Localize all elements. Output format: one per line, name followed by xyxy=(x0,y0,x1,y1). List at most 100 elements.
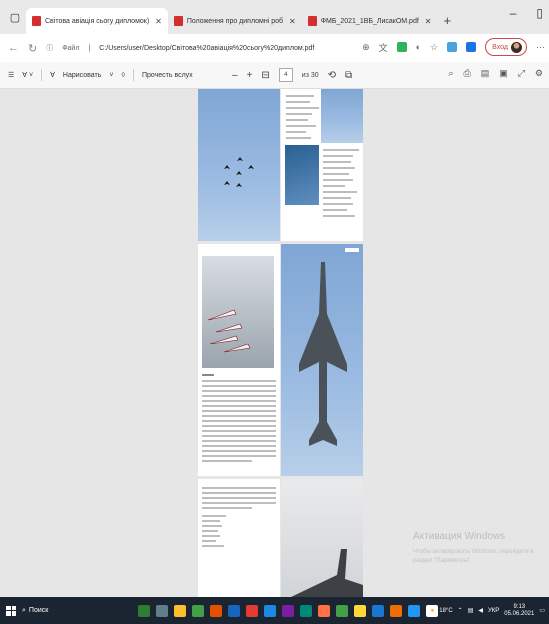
rotate-icon[interactable]: ⟲ xyxy=(328,70,336,81)
jet-tail-image xyxy=(291,549,363,597)
task-view-icon[interactable] xyxy=(156,604,168,617)
search-label: Поиск xyxy=(28,607,49,614)
chrome-icon[interactable] xyxy=(336,604,348,617)
eraser-icon[interactable]: ◊ xyxy=(121,72,124,79)
file-label: Файл xyxy=(62,44,80,52)
edge-icon[interactable] xyxy=(264,604,276,617)
extension-3-icon[interactable] xyxy=(466,42,477,52)
file-explorer-icon[interactable] xyxy=(174,604,186,617)
close-tab-icon[interactable]: ✕ xyxy=(425,17,432,26)
save-as-icon[interactable]: ▣ xyxy=(499,68,508,79)
app-icon[interactable] xyxy=(192,604,204,617)
profile-button[interactable]: Вход xyxy=(485,38,527,56)
search-icon[interactable]: ⌕ xyxy=(448,68,453,79)
draw-button[interactable]: Нарисовать xyxy=(63,72,101,79)
pdf-icon xyxy=(307,16,317,26)
close-tab-icon[interactable]: ✕ xyxy=(289,17,296,26)
screen: ▢ Світова авіація сьогу дипломок) ✕ Поло… xyxy=(0,0,549,624)
page-total: из 30 xyxy=(301,71,319,79)
app-icon[interactable] xyxy=(246,604,258,617)
restore-button[interactable]: ▯ xyxy=(536,6,543,20)
thunderbirds-photo xyxy=(202,256,274,368)
search-icon: ⌕ xyxy=(22,606,26,614)
app-icon[interactable] xyxy=(282,604,294,617)
weather-icon[interactable]: ● xyxy=(431,608,435,614)
tab-1[interactable]: Світова авіація сьогу дипломок) ✕ xyxy=(26,8,168,34)
system-tray: ● 18°C ⌃ ▤ ◀ УКР 9:13 05.06.2021 ▭ xyxy=(431,597,545,624)
read-aloud-button[interactable]: Прочесть вслух xyxy=(142,72,193,79)
clock-date: 05.06.2021 xyxy=(504,610,535,617)
pdf-document-area[interactable]: Активация Windows Чтобы активировать Win… xyxy=(0,89,549,597)
zoom-out-button[interactable]: – xyxy=(232,70,238,81)
draw-dropdown-icon[interactable]: ˅ xyxy=(109,72,113,79)
url-field[interactable]: C:/Users/user/Desktop/Світова%20авіація%… xyxy=(99,45,314,52)
page-number-input[interactable]: 4 xyxy=(278,68,293,82)
app-icon[interactable] xyxy=(138,604,150,617)
pdf-page xyxy=(281,479,363,597)
close-tab-icon[interactable]: ✕ xyxy=(155,17,162,26)
smoke-photo xyxy=(285,145,319,205)
network-icon[interactable]: ▤ xyxy=(468,607,474,614)
print-icon[interactable]: ⎙ xyxy=(463,68,470,79)
app-icon[interactable] xyxy=(408,604,420,617)
text-block xyxy=(202,374,276,470)
pin-icon[interactable]: ⤢ xyxy=(518,68,525,79)
more-menu-icon[interactable]: ⋯ xyxy=(536,42,545,53)
windows-taskbar: ⌕ Поиск ● 18°C ⌃ ▤ ◀ УКР 9:13 05.06.2021… xyxy=(0,597,549,624)
highlight-icon[interactable]: ∀ ˅ xyxy=(22,71,33,79)
save-icon[interactable]: ▤ xyxy=(481,68,490,79)
draw-icon[interactable]: ∀ xyxy=(50,71,55,79)
tab-title: Положення про дипломні роб xyxy=(186,17,284,25)
profile-label: Вход xyxy=(492,43,508,51)
clock[interactable]: 9:13 05.06.2021 xyxy=(504,604,534,618)
pdf-toolbar-actions: ⌕ ⎙ ▤ ▣ ⤢ ⚙ xyxy=(448,68,543,79)
app-icon[interactable] xyxy=(300,604,312,617)
office-icon[interactable] xyxy=(210,604,222,617)
tab-3[interactable]: ФМБ_2021_1ВБ_ЛисакОМ.pdf ✕ xyxy=(302,8,438,34)
back-icon[interactable]: ← xyxy=(8,42,19,54)
app-icon[interactable] xyxy=(354,604,366,617)
address-separator: | xyxy=(88,44,91,52)
formation-jets-image xyxy=(224,157,254,187)
info-icon[interactable]: ⓘ xyxy=(46,43,53,53)
divider xyxy=(132,69,134,81)
text-block xyxy=(286,93,319,143)
refresh-icon[interactable]: ↻ xyxy=(28,42,37,55)
volume-icon[interactable]: ◀ xyxy=(478,607,483,614)
activation-watermark-subtitle: Чтобы активировать Windows, перейдите в … xyxy=(413,549,534,564)
workspace-icon[interactable]: ▢ xyxy=(4,6,26,28)
taskbar-search[interactable]: ⌕ Поиск xyxy=(22,607,132,615)
contents-icon[interactable]: ☰ xyxy=(8,71,14,79)
text-block xyxy=(202,487,276,597)
tab-2[interactable]: Положення про дипломні роб ✕ xyxy=(168,8,302,34)
start-button[interactable] xyxy=(6,605,16,616)
pdf-page-controls: – + ⊟ 4 из 30 ⟲ ⧉ xyxy=(232,68,352,82)
zoom-icon[interactable]: ⊕ xyxy=(362,42,370,53)
new-tab-button[interactable]: + xyxy=(444,13,452,28)
text-block xyxy=(323,147,359,237)
favorites-icon[interactable]: ☆ xyxy=(430,42,438,53)
temperature[interactable]: 18°C xyxy=(439,608,452,614)
word-icon[interactable] xyxy=(228,604,240,617)
extension-2-icon[interactable]: ◐ xyxy=(416,42,421,52)
zoom-in-button[interactable]: + xyxy=(247,70,253,81)
extension-icon[interactable] xyxy=(396,42,407,52)
page-view-icon[interactable]: ⧉ xyxy=(345,70,352,81)
translate-icon[interactable]: 文 xyxy=(379,41,388,54)
notifications-icon[interactable]: ▭ xyxy=(539,607,545,614)
fighter-jet-image xyxy=(299,248,359,446)
tab-title: Світова авіація сьогу дипломок) xyxy=(45,17,150,25)
minimize-button[interactable]: – xyxy=(510,6,517,20)
language-indicator[interactable]: УКР xyxy=(488,608,499,614)
app-icon[interactable] xyxy=(390,604,402,617)
avatar xyxy=(511,41,522,53)
fit-page-icon[interactable]: ⊟ xyxy=(261,70,269,81)
tray-arrow-icon[interactable]: ⌃ xyxy=(458,607,463,614)
settings-icon[interactable]: ⚙ xyxy=(535,68,543,79)
pdf-icon xyxy=(32,16,41,26)
pdf-icon xyxy=(173,16,183,26)
app-icon[interactable] xyxy=(372,604,384,617)
collections-icon[interactable] xyxy=(447,42,458,52)
clock-time: 9:13 xyxy=(513,603,526,610)
app-icon[interactable] xyxy=(318,604,330,617)
